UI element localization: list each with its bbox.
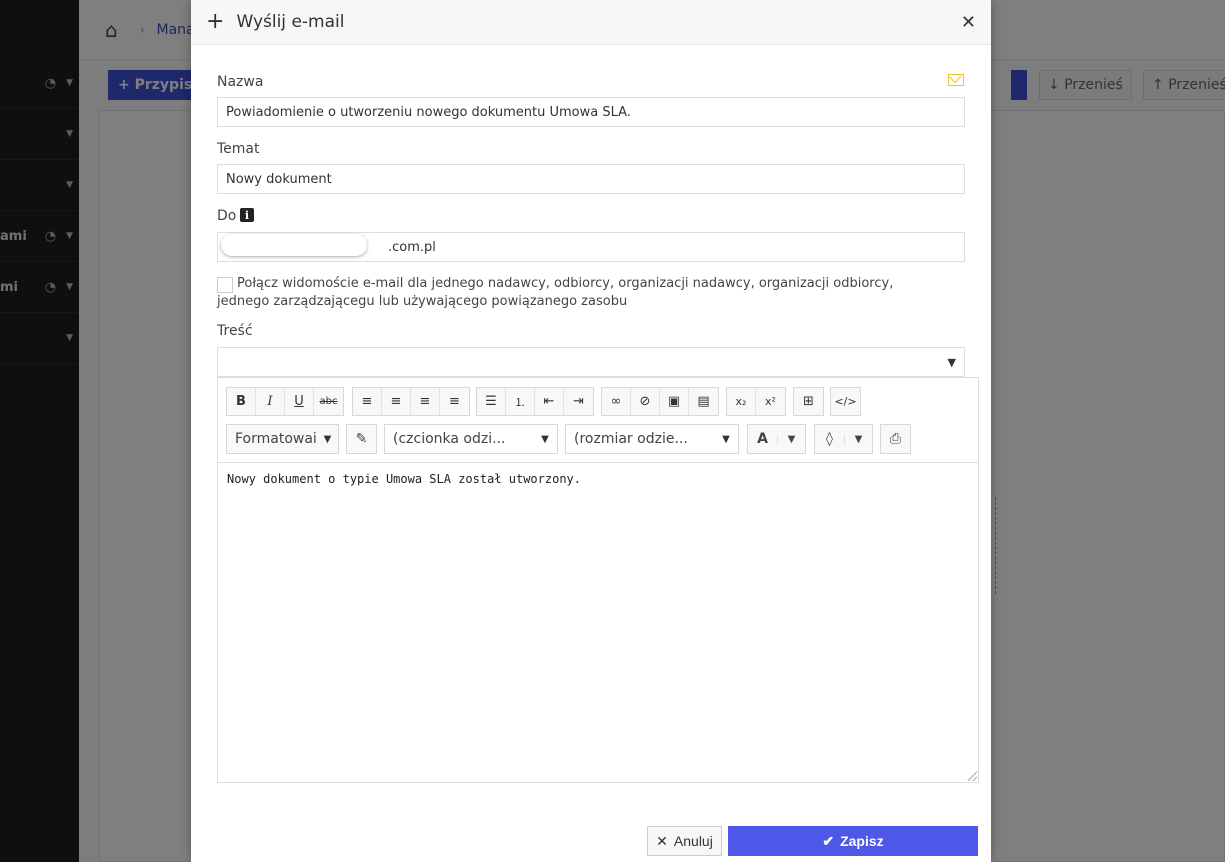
cancel-button-label: Anuluj (673, 833, 713, 849)
chevron-down-icon: ▼ (541, 433, 549, 445)
image-icon[interactable]: ▣ (660, 388, 689, 415)
editor-content[interactable]: Nowy dokument o typie Umowa SLA został u… (218, 463, 978, 495)
file-icon[interactable]: ▤ (689, 388, 718, 415)
underline-icon[interactable]: U (285, 388, 314, 415)
align-right-icon[interactable]: ≡ (411, 388, 440, 415)
chevron-down-icon: ▼ (947, 356, 956, 369)
save-button[interactable]: ✔ Zapisz (728, 826, 978, 856)
merge-checkbox-label: Połącz widomoście e-mail dla jednego nad… (217, 276, 894, 309)
info-icon[interactable]: i (240, 208, 254, 222)
send-email-dialog: + Wyślij e-mail ✕ Nazwa Temat Do i Połąc… (191, 0, 991, 862)
chevron-down-icon: ▼ (777, 433, 805, 445)
text-style-group: B I U abc (226, 387, 344, 416)
plus-icon: + (206, 9, 225, 34)
indent-icon[interactable]: ⇥ (564, 388, 593, 415)
strikethrough-icon[interactable]: abc (314, 388, 343, 415)
check-icon: ✔ (822, 832, 835, 849)
chevron-down-icon: ▼ (323, 433, 332, 445)
text-color-icon: A (757, 431, 768, 447)
align-group: ≡ ≡ ≡ ≡ (352, 387, 470, 416)
cancel-button[interactable]: ✕ Anuluj (647, 826, 722, 856)
save-button-label: Zapisz (840, 833, 884, 849)
font-size-label: (rozmiar odzie... (574, 431, 688, 447)
resize-handle[interactable] (967, 771, 977, 781)
print-button[interactable]: ⎙ (880, 424, 911, 454)
to-label: Do (217, 208, 237, 224)
chevron-down-icon: ▼ (844, 433, 872, 445)
table-icon[interactable]: ⊞ (794, 388, 823, 415)
bullet-list-icon[interactable]: ☰ (477, 388, 506, 415)
body-label: Treść (217, 323, 253, 339)
subscript-icon[interactable]: x₂ (727, 388, 756, 415)
align-center-icon[interactable]: ≡ (382, 388, 411, 415)
template-select[interactable]: ▼ (217, 347, 965, 377)
outdent-icon[interactable]: ⇤ (535, 388, 564, 415)
script-group: x₂ x² (726, 387, 786, 416)
format-label: Formatowai (235, 431, 317, 447)
dialog-header: + Wyślij e-mail ✕ (191, 0, 991, 45)
text-color-button[interactable]: A ▼ (747, 424, 806, 454)
drop-icon: ◊ (826, 431, 833, 447)
link-icon[interactable]: ∞ (602, 388, 631, 415)
font-family-dropdown[interactable]: (czcionka odzi... ▼ (384, 424, 558, 454)
name-label: Nazwa (217, 74, 264, 90)
italic-icon[interactable]: I (256, 388, 285, 415)
print-icon: ⎙ (889, 431, 902, 447)
eraser-icon: ✎ (355, 431, 368, 447)
align-left-icon[interactable]: ≡ (353, 388, 382, 415)
numbered-list-icon[interactable]: ⒈ (506, 388, 535, 415)
insert-group: ∞ ⊘ ▣ ▤ (601, 387, 719, 416)
format-dropdown[interactable]: Formatowai ▼ (226, 424, 339, 454)
table-group: ⊞ (793, 387, 824, 416)
rich-text-editor: B I U abc ≡ ≡ ≡ ≡ ☰ ⒈ ⇤ ⇥ ∞ ⊘ ▣ ▤ x₂ x² … (217, 377, 979, 783)
unlink-icon[interactable]: ⊘ (631, 388, 660, 415)
subject-input[interactable] (217, 164, 965, 194)
align-justify-icon[interactable]: ≡ (440, 388, 469, 415)
source-group: </> (830, 387, 861, 416)
close-icon[interactable]: ✕ (961, 12, 976, 33)
name-input[interactable] (217, 97, 965, 127)
envelope-icon (948, 74, 964, 86)
font-size-dropdown[interactable]: (rozmiar odzie... ▼ (565, 424, 739, 454)
close-icon: ✕ (656, 832, 668, 849)
superscript-icon[interactable]: x² (756, 388, 785, 415)
list-group: ☰ ⒈ ⇤ ⇥ (476, 387, 594, 416)
background-color-button[interactable]: ◊ ▼ (814, 424, 873, 454)
redacted-address (221, 234, 367, 256)
subject-label: Temat (217, 141, 260, 157)
code-icon[interactable]: </> (831, 388, 860, 415)
chevron-down-icon: ▼ (722, 433, 730, 445)
dialog-title: Wyślij e-mail (236, 12, 345, 32)
clear-format-button[interactable]: ✎ (346, 424, 377, 454)
editor-toolbar: B I U abc ≡ ≡ ≡ ≡ ☰ ⒈ ⇤ ⇥ ∞ ⊘ ▣ ▤ x₂ x² … (218, 378, 978, 463)
font-family-label: (czcionka odzi... (393, 431, 506, 447)
bold-icon[interactable]: B (227, 388, 256, 415)
